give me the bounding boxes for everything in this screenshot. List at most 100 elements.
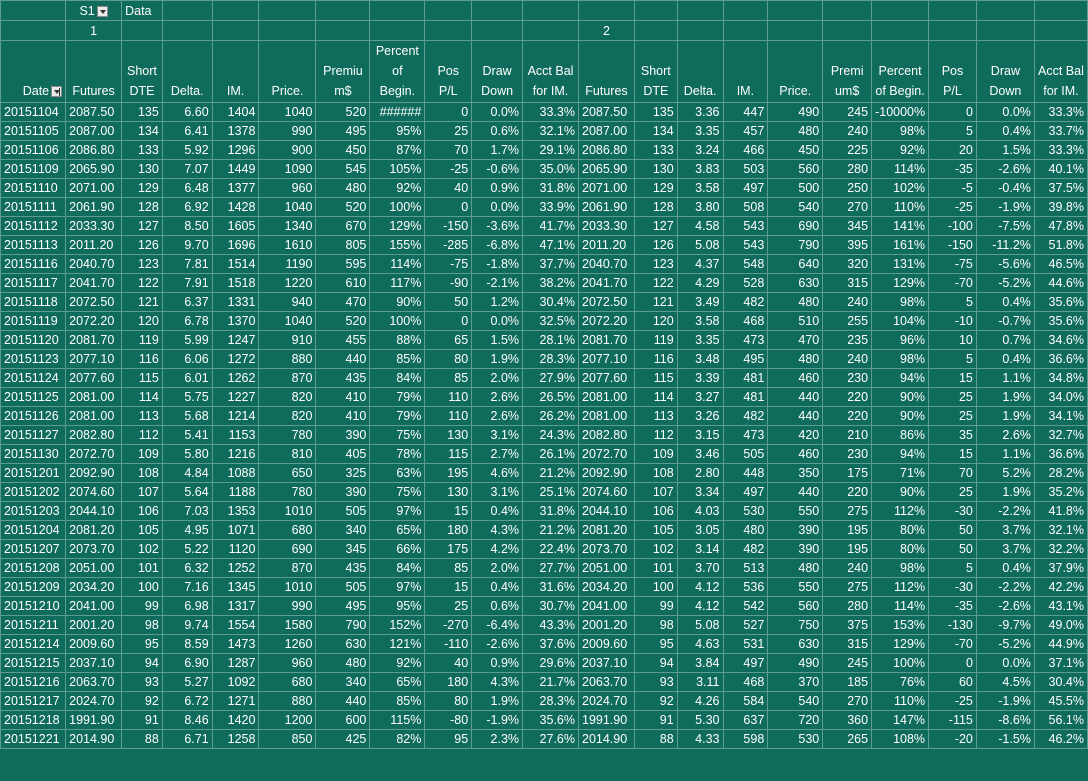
table-cell[interactable]: 87% — [369, 140, 426, 160]
table-cell[interactable]: 468 — [722, 311, 769, 331]
date-cell[interactable]: 20151112 — [0, 216, 67, 236]
table-cell[interactable]: 3.26 — [676, 406, 724, 426]
table-cell[interactable]: 102 — [633, 539, 678, 559]
table-cell[interactable]: -30 — [928, 501, 977, 521]
table-cell[interactable]: 126 — [633, 235, 678, 255]
table-cell[interactable]: 480 — [315, 178, 371, 198]
table-cell[interactable]: 4.33 — [676, 729, 724, 749]
table-cell[interactable]: 2072.70 — [65, 444, 123, 464]
table-cell[interactable]: 1220 — [258, 273, 317, 293]
table-cell[interactable]: 390 — [767, 520, 824, 540]
table-cell[interactable]: 35.0% — [522, 159, 579, 179]
table-cell[interactable]: 56.1% — [1033, 710, 1088, 730]
table-cell[interactable]: 110% — [871, 197, 930, 217]
table-cell[interactable]: 910 — [258, 330, 317, 350]
table-cell[interactable]: 101 — [633, 558, 678, 578]
table-cell[interactable]: -7.5% — [975, 216, 1035, 236]
table-cell[interactable]: 2.6% — [471, 406, 524, 426]
table-cell[interactable]: 1605 — [211, 216, 260, 236]
table-cell[interactable]: 133 — [121, 140, 163, 160]
table-cell[interactable]: 790 — [315, 615, 371, 635]
table-cell[interactable]: 115 — [633, 368, 678, 388]
date-cell[interactable]: 20151119 — [0, 311, 67, 331]
table-cell[interactable]: -100 — [928, 216, 977, 236]
table-cell[interactable]: 1227 — [211, 387, 260, 407]
table-cell[interactable]: 27.7% — [522, 558, 579, 578]
table-cell[interactable]: 527 — [722, 615, 769, 635]
table-cell[interactable]: 255 — [822, 311, 873, 331]
table-cell[interactable]: 34.6% — [1033, 330, 1088, 350]
table-cell[interactable]: 1071 — [211, 520, 260, 540]
date-cell[interactable]: 20151120 — [0, 330, 67, 350]
table-cell[interactable]: 98% — [871, 349, 930, 369]
table-cell[interactable]: 1271 — [211, 691, 260, 711]
table-cell[interactable]: 482 — [722, 539, 769, 559]
table-cell[interactable]: 630 — [767, 273, 824, 293]
table-cell[interactable]: 435 — [315, 368, 371, 388]
table-cell[interactable]: 29.6% — [522, 653, 579, 673]
table-cell[interactable]: 480 — [767, 292, 824, 312]
table-cell[interactable]: 88 — [633, 729, 678, 749]
table-cell[interactable]: 405 — [315, 444, 371, 464]
table-cell[interactable]: -1.9% — [471, 710, 524, 730]
table-cell[interactable]: 9.70 — [161, 235, 213, 255]
table-cell[interactable]: 780 — [258, 482, 317, 502]
table-cell[interactable]: 45.5% — [1033, 691, 1088, 711]
table-cell[interactable]: 1580 — [258, 615, 317, 635]
table-cell[interactable]: 4.12 — [676, 596, 724, 616]
table-cell[interactable]: 0.9% — [471, 653, 524, 673]
table-cell[interactable]: 640 — [767, 254, 824, 274]
table-cell[interactable]: 33.9% — [522, 197, 579, 217]
table-cell[interactable]: 480 — [767, 349, 824, 369]
table-cell[interactable]: 4.84 — [161, 463, 213, 483]
table-cell[interactable]: 35 — [928, 425, 977, 445]
table-cell[interactable]: 82% — [369, 729, 426, 749]
table-cell[interactable]: 560 — [767, 596, 824, 616]
table-cell[interactable]: 460 — [767, 444, 824, 464]
table-cell[interactable]: ###### — [369, 102, 426, 122]
table-cell[interactable]: 93 — [121, 672, 163, 692]
table-cell[interactable]: 130 — [121, 159, 163, 179]
table-cell[interactable]: 2081.20 — [65, 520, 123, 540]
table-cell[interactable]: 3.27 — [676, 387, 724, 407]
table-cell[interactable]: 108% — [871, 729, 930, 749]
table-cell[interactable]: -9.7% — [975, 615, 1035, 635]
table-cell[interactable]: 117% — [369, 273, 426, 293]
table-cell[interactable]: 5.30 — [676, 710, 724, 730]
table-cell[interactable]: 5.2% — [975, 463, 1035, 483]
table-cell[interactable]: 345 — [822, 216, 873, 236]
table-cell[interactable]: 44.6% — [1033, 273, 1088, 293]
filter-dropdown-icon[interactable] — [96, 5, 108, 17]
table-cell[interactable]: 0.4% — [975, 558, 1035, 578]
table-cell[interactable]: 2077.10 — [65, 349, 123, 369]
table-cell[interactable]: 900 — [258, 140, 317, 160]
table-cell[interactable]: 820 — [258, 387, 317, 407]
table-cell[interactable]: 2061.90 — [578, 197, 635, 217]
table-cell[interactable]: 113 — [633, 406, 678, 426]
table-cell[interactable]: -35 — [928, 596, 977, 616]
table-cell[interactable]: 505 — [722, 444, 769, 464]
table-cell[interactable]: 2001.20 — [578, 615, 635, 635]
table-cell[interactable]: 130 — [633, 159, 678, 179]
table-cell[interactable]: 2014.90 — [578, 729, 635, 749]
table-cell[interactable]: -75 — [424, 254, 473, 274]
table-cell[interactable]: 2072.50 — [578, 292, 635, 312]
table-cell[interactable]: 2072.70 — [578, 444, 635, 464]
table-cell[interactable]: 105 — [121, 520, 163, 540]
table-cell[interactable]: 5.75 — [161, 387, 213, 407]
table-cell[interactable]: 530 — [767, 729, 824, 749]
table-cell[interactable]: 2041.70 — [578, 273, 635, 293]
table-cell[interactable]: 50 — [928, 520, 977, 540]
table-cell[interactable]: 34.1% — [1033, 406, 1088, 426]
table-cell[interactable]: 2081.00 — [578, 406, 635, 426]
table-cell[interactable]: 92 — [121, 691, 163, 711]
table-cell[interactable]: -2.6% — [975, 159, 1035, 179]
table-cell[interactable]: 637 — [722, 710, 769, 730]
table-cell[interactable]: 530 — [722, 501, 769, 521]
table-cell[interactable]: 280 — [822, 159, 873, 179]
table-cell[interactable]: 505 — [315, 577, 371, 597]
table-cell[interactable]: 6.90 — [161, 653, 213, 673]
table-cell[interactable]: -0.4% — [975, 178, 1035, 198]
table-cell[interactable]: 457 — [722, 121, 769, 141]
table-cell[interactable]: 480 — [722, 520, 769, 540]
